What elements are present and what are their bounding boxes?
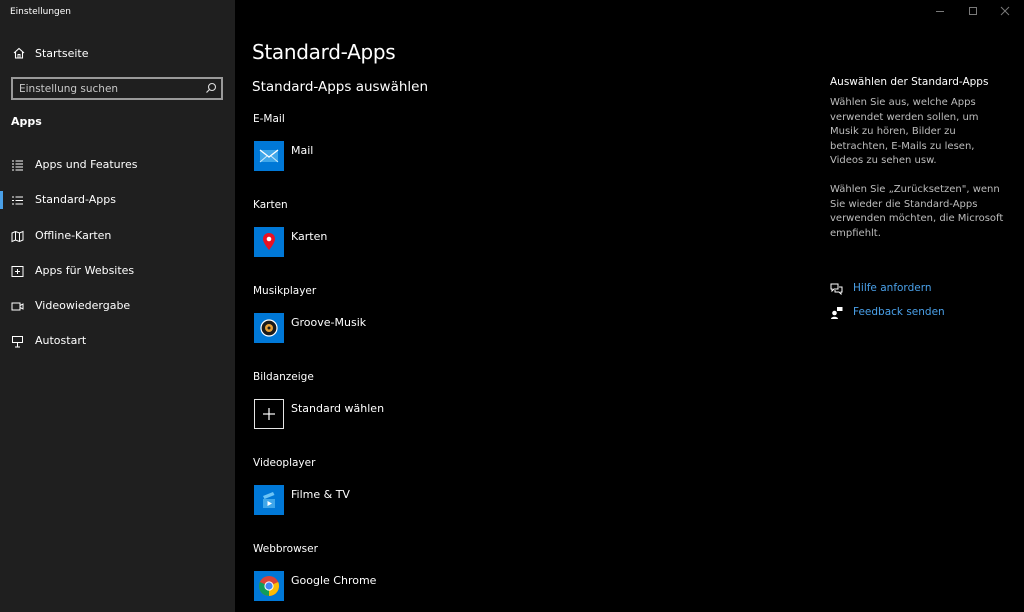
- sidebar-item-label: Autostart: [35, 334, 87, 347]
- mail-icon: [254, 141, 284, 171]
- close-button[interactable]: [998, 4, 1012, 18]
- minimize-button[interactable]: [933, 4, 947, 18]
- category-label-music: Musikplayer: [253, 285, 317, 297]
- video-icon: [11, 302, 24, 311]
- default-app-maps[interactable]: Karten: [254, 227, 514, 259]
- category-label-image-viewer: Bildanzeige: [253, 371, 314, 383]
- default-app-email[interactable]: Mail: [254, 141, 514, 173]
- maps-pin-icon: [254, 227, 284, 257]
- sidebar-item-apps-websites[interactable]: Apps für Websites: [0, 256, 235, 286]
- help-panel-paragraph-2: Wählen Sie „Zurücksetzen", wenn Sie wied…: [830, 184, 1004, 239]
- map-icon: [11, 230, 24, 243]
- sidebar-item-label: Standard-Apps: [35, 193, 116, 206]
- feedback-link-label: Feedback senden: [853, 306, 945, 318]
- help-panel-title: Auswählen der Standard-Apps: [830, 76, 989, 88]
- home-label: Startseite: [35, 47, 89, 60]
- search-box[interactable]: [11, 77, 223, 100]
- default-app-music[interactable]: Groove-Musik: [254, 313, 514, 345]
- sidebar-item-offline-maps[interactable]: Offline-Karten: [0, 221, 235, 251]
- list-icon: [12, 160, 23, 171]
- groove-music-icon: [254, 313, 284, 343]
- default-app-browser[interactable]: Google Chrome: [254, 571, 514, 603]
- home-icon: [13, 47, 25, 59]
- category-label-maps: Karten: [253, 199, 288, 211]
- maximize-button[interactable]: [966, 4, 980, 18]
- app-name: Karten: [291, 230, 328, 243]
- sidebar-item-label: Videowiedergabe: [35, 299, 131, 312]
- help-link-label: Hilfe anfordern: [853, 282, 932, 294]
- chrome-icon: [254, 571, 284, 601]
- search-icon[interactable]: [205, 82, 217, 94]
- movies-tv-icon: [254, 485, 284, 515]
- feedback-icon: [831, 307, 843, 319]
- section-title-apps: Apps: [11, 115, 42, 128]
- sidebar-item-autostart[interactable]: Autostart: [0, 326, 235, 356]
- app-name: Groove-Musik: [291, 316, 367, 329]
- sidebar-item-default-apps[interactable]: Standard-Apps: [0, 185, 235, 215]
- sidebar-item-video-playback[interactable]: Videowiedergabe: [0, 291, 235, 321]
- default-apps-icon: [12, 196, 23, 205]
- page-title: Standard-Apps: [252, 40, 396, 64]
- default-app-video[interactable]: Filme & TV: [254, 485, 514, 517]
- chat-help-icon: [830, 283, 843, 295]
- home-link[interactable]: Startseite: [0, 42, 235, 66]
- category-label-video: Videoplayer: [253, 457, 316, 469]
- section-subtitle: Standard-Apps auswählen: [252, 79, 429, 95]
- sidebar-item-label: Apps und Features: [35, 158, 138, 171]
- startup-icon: [12, 336, 23, 348]
- app-name: Filme & TV: [291, 488, 350, 501]
- default-app-image-viewer[interactable]: Standard wählen: [254, 399, 514, 431]
- sidebar: Einstellungen Startseite Apps Apps und F…: [0, 0, 235, 612]
- category-label-browser: Webbrowser: [253, 543, 318, 555]
- window-title: Einstellungen: [10, 7, 72, 17]
- app-name: Standard wählen: [291, 402, 385, 415]
- category-label-email: E-Mail: [253, 113, 285, 125]
- help-panel-paragraph-1: Wählen Sie aus, welche Apps verwendet we…: [830, 97, 979, 166]
- app-name: Mail: [291, 144, 314, 157]
- sidebar-item-label: Offline-Karten: [35, 229, 112, 242]
- sidebar-item-label: Apps für Websites: [35, 264, 135, 277]
- search-input[interactable]: [19, 81, 199, 97]
- sidebar-item-apps-features[interactable]: Apps und Features: [0, 150, 235, 180]
- plus-icon: [254, 399, 284, 429]
- website-icon: [11, 266, 24, 277]
- app-name: Google Chrome: [291, 574, 377, 587]
